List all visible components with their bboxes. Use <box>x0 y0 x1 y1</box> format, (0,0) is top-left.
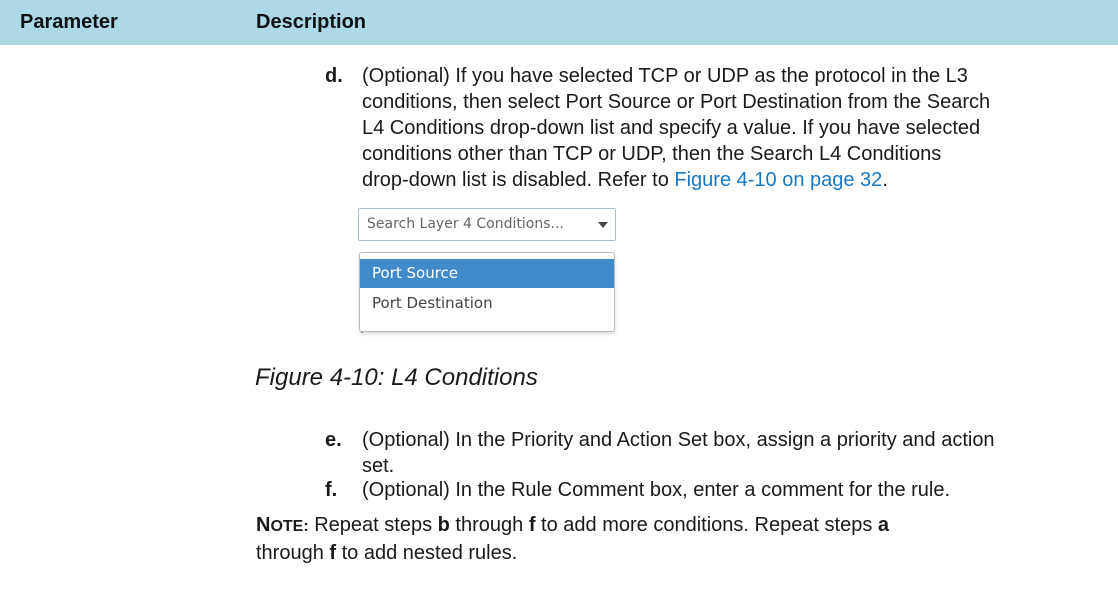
description-column-header: Description <box>256 11 367 33</box>
step-d-line: conditions other than TCP or UDP, then t… <box>362 143 942 165</box>
chevron-down-icon[interactable] <box>598 222 608 228</box>
step-e: e. (Optional) In the Priority and Action… <box>325 427 1105 483</box>
dropdown-screenshot: Search Layer 4 Conditions... Port Source… <box>358 208 620 338</box>
option-port-source[interactable]: Port Source <box>360 259 614 288</box>
dropdown-menu: Port Source Port Destination <box>359 252 615 332</box>
step-d: d. (Optional) If you have selected TCP o… <box>325 63 1105 193</box>
step-ref-a: a <box>877 514 890 536</box>
parameter-column-header: Parameter <box>20 11 118 33</box>
step-d-text-prefix: drop-down list is disabled. Refer to <box>362 169 675 191</box>
figure-reference-link[interactable]: Figure 4-10 on page 32 <box>674 169 882 191</box>
select-placeholder: Search Layer 4 Conditions... <box>367 216 564 232</box>
step-e-text: (Optional) In the Priority and Action Se… <box>362 427 995 479</box>
note-text: through <box>256 542 330 564</box>
option-port-destination[interactable]: Port Destination <box>360 289 614 318</box>
step-d-line: conditions, then select Port Source or P… <box>362 91 991 113</box>
search-layer4-conditions-select[interactable]: Search Layer 4 Conditions... <box>358 208 616 241</box>
table-header: Parameter Description <box>0 0 1118 45</box>
step-d-text: (Optional) If you have selected TCP or U… <box>362 63 990 193</box>
note-paragraph: NOTE: Repeat steps b through f to add mo… <box>256 512 1106 566</box>
note-text: to add more conditions. Repeat steps <box>535 514 878 536</box>
step-e-letter: e. <box>325 429 342 451</box>
step-f-text: (Optional) In the Rule Comment box, ente… <box>362 479 951 501</box>
step-d-last-line: drop-down list is disabled. Refer to Fig… <box>362 167 990 193</box>
step-d-line: (Optional) If you have selected TCP or U… <box>362 65 968 87</box>
note-text: through <box>449 514 529 536</box>
step-ref-b: b <box>437 514 450 536</box>
step-f-letter: f. <box>325 479 338 501</box>
step-d-letter: d. <box>325 65 343 87</box>
note-label-initial: N <box>256 514 271 536</box>
step-d-line: L4 Conditions drop-down list and specify… <box>362 117 981 139</box>
figure-caption: Figure 4-10: L4 Conditions <box>255 364 538 391</box>
step-f: f. (Optional) In the Rule Comment box, e… <box>325 477 1105 505</box>
step-e-line: (Optional) In the Priority and Action Se… <box>362 429 995 451</box>
step-d-text-suffix: . <box>882 169 888 191</box>
note-label-rest: OTE: <box>270 518 309 535</box>
note-text: Repeat steps <box>308 514 438 536</box>
step-e-line: set. <box>362 455 395 477</box>
note-text: to add nested rules. <box>336 542 518 564</box>
